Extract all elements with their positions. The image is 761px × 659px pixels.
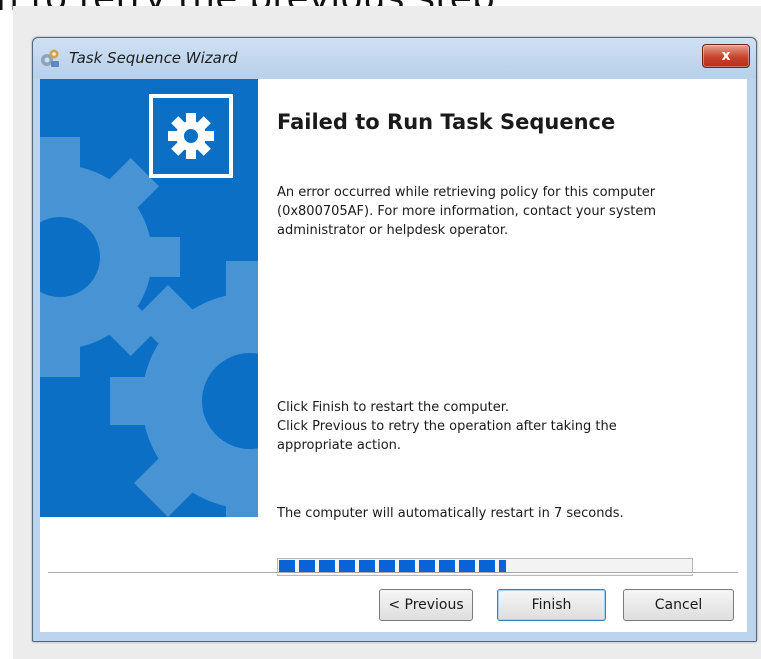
finish-button[interactable]: Finish [497,589,606,621]
page-title: Failed to Run Task Sequence [277,110,616,134]
instructions: Click Finish to restart the computer. Cl… [277,398,717,455]
error-line: (0x800705AF). For more information, cont… [277,204,657,219]
task-sequence-wizard-window: Task Sequence Wizard x Failed to Run Tas… [32,37,757,642]
close-button[interactable]: x [702,44,750,68]
wizard-app-icon [41,49,59,67]
banner-panel [40,79,258,517]
close-icon: x [721,48,731,64]
instruction-line: appropriate action. [277,438,402,453]
error-message: An error occurred while retrieving polic… [277,183,717,240]
instruction-line: Click Finish to restart the computer. [277,400,510,415]
previous-button[interactable]: < Previous [379,589,473,621]
restart-countdown: The computer will automatically restart … [277,506,624,521]
wizard-client-area: Failed to Run Task Sequence An error occ… [40,79,747,632]
button-separator [48,572,738,574]
window-title: Task Sequence Wizard [69,49,238,67]
title-bar[interactable]: Task Sequence Wizard x [33,38,756,78]
cancel-button[interactable]: Cancel [623,589,734,621]
error-line: An error occurred while retrieving polic… [277,185,656,200]
error-line: administrator or helpdesk operator. [277,223,509,238]
gear-icon [149,94,233,178]
instruction-line: Click Previous to retry the operation af… [277,419,617,434]
